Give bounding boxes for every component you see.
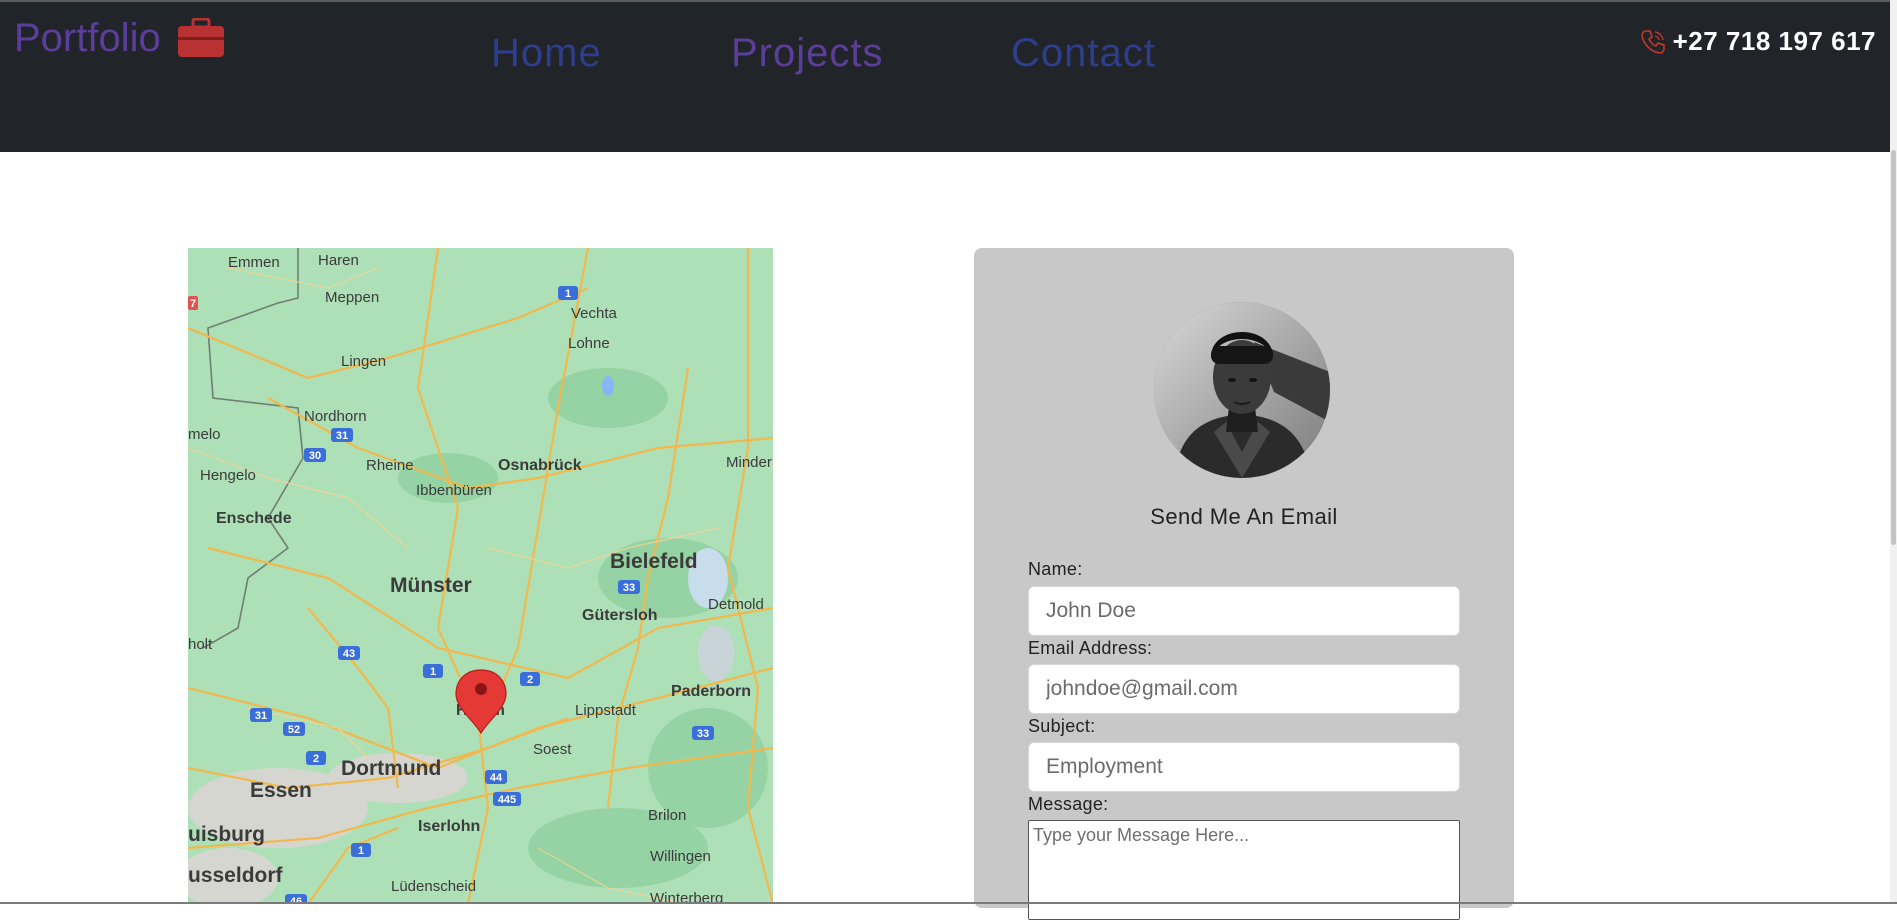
svg-text:1: 1 [430, 666, 436, 678]
lake [602, 376, 614, 396]
svg-text:2: 2 [313, 753, 319, 765]
place-label: Enschede [216, 510, 292, 527]
svg-text:30: 30 [309, 450, 321, 462]
road-shield: 30 [304, 448, 326, 462]
email-label: Email Address: [1028, 638, 1153, 658]
place-label: Willingen [650, 848, 711, 865]
road-shield: 7 [188, 296, 198, 310]
place-label: Soest [533, 741, 572, 758]
svg-text:52: 52 [288, 724, 300, 736]
subject-label: Subject: [1028, 716, 1096, 736]
place-label: Minder [726, 454, 772, 471]
email-input[interactable] [1028, 664, 1460, 714]
nav-home[interactable]: Home [491, 28, 602, 78]
place-label: Meppen [325, 289, 379, 306]
name-input[interactable] [1028, 586, 1460, 636]
road-shield: 43 [338, 646, 360, 660]
top-navbar: Portfolio Home Projects Contact +27 718 … [0, 0, 1890, 152]
svg-text:44: 44 [490, 772, 503, 784]
brand-name: Portfolio [14, 16, 161, 60]
road-shield: 31 [331, 428, 353, 442]
place-label: holt [188, 636, 213, 653]
place-label: melo [188, 426, 221, 443]
urban-patch [698, 625, 734, 681]
place-label: Haren [318, 252, 359, 269]
place-label: Emmen [228, 254, 280, 271]
place-label: Osnabrück [498, 457, 582, 474]
svg-text:31: 31 [336, 430, 348, 442]
road-shield: 52 [283, 722, 305, 736]
place-label: usseldorf [188, 864, 284, 887]
place-label: Vechta [571, 305, 618, 322]
contact-card: Send Me An Email Name: Email Address: Su… [974, 248, 1514, 920]
road-shield: 1 [351, 843, 371, 857]
road-shield: 33 [618, 580, 640, 594]
place-label: Lohne [568, 335, 610, 352]
message-textarea[interactable] [1028, 820, 1460, 920]
place-label: Lingen [341, 353, 386, 370]
brand-link[interactable]: Portfolio [14, 14, 225, 62]
place-label: Nordhorn [304, 408, 367, 425]
road-shield: 1 [423, 664, 443, 678]
card-title: Send Me An Email [1150, 504, 1338, 529]
briefcase-icon [177, 17, 225, 58]
phone-icon [1640, 29, 1665, 54]
svg-text:2: 2 [527, 674, 533, 686]
svg-text:31: 31 [255, 710, 267, 722]
place-label: Detmold [708, 596, 764, 613]
svg-text:445: 445 [498, 794, 516, 806]
place-label: Hengelo [200, 467, 256, 484]
svg-text:7: 7 [190, 298, 196, 310]
place-label: uisburg [188, 823, 265, 846]
road-shield: 2 [306, 751, 326, 765]
svg-text:1: 1 [565, 288, 571, 300]
road-shield: 445 [493, 792, 521, 806]
avatar [1154, 302, 1330, 478]
phone-number: +27 718 197 617 [1672, 26, 1876, 56]
svg-text:33: 33 [623, 582, 635, 594]
place-label: Lippstadt [575, 702, 637, 719]
place-label: Münster [390, 574, 472, 597]
place-label: Essen [250, 779, 312, 802]
road-shield: 33 [692, 726, 714, 740]
place-label: Brilon [648, 807, 686, 824]
place-label: Lüdenscheid [391, 878, 476, 895]
location-map[interactable]: Emmen Haren Meppen Vechta Lohne Lingen N… [188, 248, 773, 904]
phone-contact[interactable]: +27 718 197 617 [1639, 26, 1876, 57]
place-label: Paderborn [671, 683, 751, 700]
place-label: Bielefeld [610, 550, 698, 573]
svg-text:43: 43 [343, 648, 355, 660]
message-label: Message: [1028, 794, 1109, 814]
nav-contact[interactable]: Contact [1011, 28, 1156, 78]
svg-text:33: 33 [697, 728, 709, 740]
road-shield: 31 [250, 708, 272, 722]
place-label: Iserlohn [418, 818, 480, 835]
road-shield: 2 [520, 672, 540, 686]
place-label: Ibbenbüren [416, 482, 492, 499]
nav-projects[interactable]: Projects [731, 28, 884, 78]
place-label: Gütersloh [582, 607, 658, 624]
page-scrollbar[interactable] [1890, 0, 1897, 904]
road-shield: 1 [558, 286, 578, 300]
place-label: Dortmund [341, 757, 441, 780]
road-shield: 44 [485, 770, 507, 784]
place-label: Rheine [366, 457, 414, 474]
subject-input[interactable] [1028, 742, 1460, 792]
name-label: Name: [1028, 559, 1083, 579]
scrollbar-thumb[interactable] [1891, 150, 1896, 545]
svg-text:1: 1 [358, 845, 364, 857]
